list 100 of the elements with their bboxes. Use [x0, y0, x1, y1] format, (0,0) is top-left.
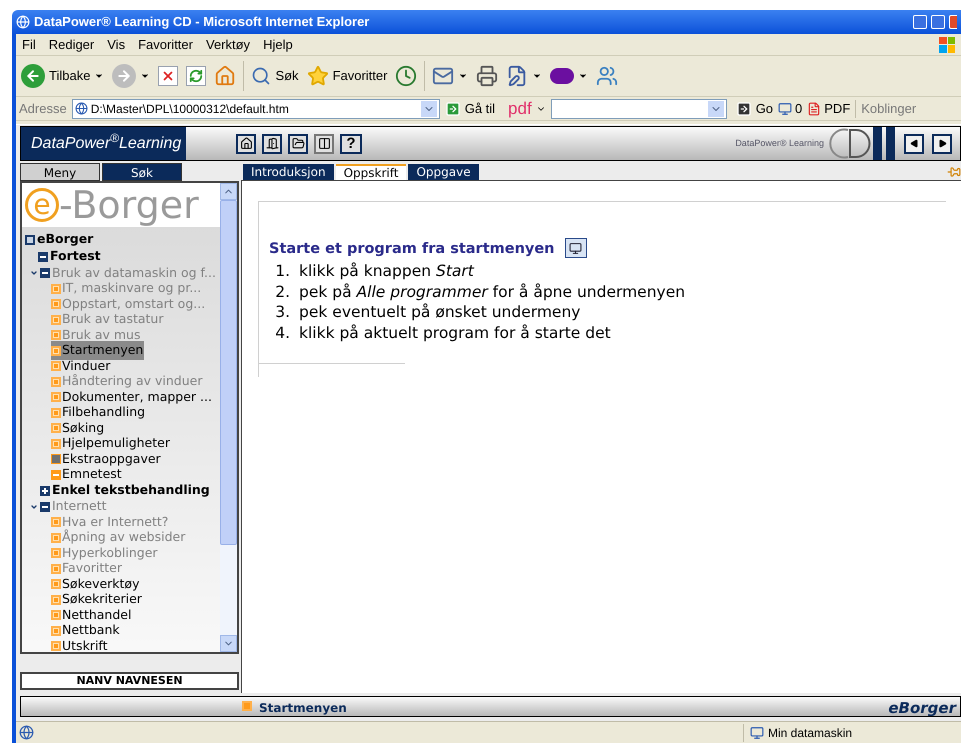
tree-item[interactable]: eBorger: [37, 230, 94, 249]
address-field[interactable]: D:\Master\DPL\10000312\default.htm: [72, 98, 440, 118]
lesson-icon: [51, 532, 61, 543]
print-button[interactable]: [475, 65, 500, 87]
help-button[interactable]: ?: [340, 134, 362, 154]
go-button[interactable]: Go: [736, 98, 774, 118]
home-icon: [214, 65, 236, 87]
menu-item[interactable]: Fil: [22, 34, 36, 54]
dropdown-button[interactable]: [420, 100, 437, 116]
lesson-icon: [242, 701, 252, 711]
search-field[interactable]: [550, 98, 727, 118]
step-text: pek eventuelt på ønsket undermeny: [299, 302, 580, 322]
panel-icon: [318, 137, 330, 150]
current-lesson[interactable]: Startmenyen: [259, 700, 347, 716]
scrollbar[interactable]: [220, 183, 237, 652]
mail-icon: [432, 65, 454, 87]
lesson-icon: [51, 330, 61, 340]
lesson-icon: [51, 610, 61, 620]
pin-icon[interactable]: [947, 165, 961, 179]
history-icon: [395, 65, 418, 87]
lesson-icon: [51, 423, 61, 434]
extra-task-icon: [51, 454, 61, 464]
course-logo: e -Borger: [22, 183, 220, 227]
lesson-icon: [51, 517, 61, 528]
messenger-icon: [596, 65, 618, 87]
refresh-button[interactable]: [185, 66, 208, 86]
lesson-icon: [51, 548, 61, 558]
stop-icon: [158, 66, 178, 86]
sidebar-tab[interactable]: Søk: [102, 163, 182, 181]
lesson-title: Starte et program fra startmenyen: [269, 240, 554, 260]
home-button[interactable]: [236, 134, 256, 154]
computer-icon: [750, 726, 764, 740]
close-button[interactable]: [949, 15, 957, 29]
menu-item[interactable]: Rediger: [48, 34, 94, 54]
refresh-icon: [186, 66, 206, 86]
expand-icon[interactable]: [40, 486, 50, 496]
lesson-icon: [51, 299, 61, 310]
pdf-menu[interactable]: pdf: [508, 96, 546, 122]
maximize-button[interactable]: [931, 15, 945, 29]
edit-icon: [506, 65, 528, 87]
step-text: klikk på knappen Start: [299, 261, 474, 282]
lesson-icon: [51, 392, 61, 402]
caret-icon: [30, 269, 38, 277]
collapse-icon[interactable]: [40, 268, 50, 278]
content-tab[interactable]: Oppskrift: [336, 164, 406, 180]
lesson-icon: [51, 626, 61, 636]
step-text: klikk på aktuelt program for å starte det: [299, 322, 611, 343]
monitor-icon: [778, 102, 792, 116]
tree-item[interactable]: Startmenyen: [51, 341, 144, 360]
brand-text: DataPower® Learning: [735, 136, 824, 150]
user-name: NANV NAVNESEN: [20, 672, 239, 690]
counter-button[interactable]: 0: [778, 98, 802, 118]
history-button[interactable]: [394, 65, 418, 87]
lesson-icon: [51, 346, 61, 356]
star-icon: [306, 65, 329, 87]
next-button[interactable]: [932, 134, 952, 154]
monitor-icon: [569, 242, 582, 254]
exit-button[interactable]: [262, 134, 282, 154]
lesson-icon: [51, 438, 61, 449]
tree-item[interactable]: Fortest: [50, 247, 101, 266]
lesson-icon: [51, 408, 61, 418]
document-icon: [807, 102, 822, 116]
lesson-icon: [51, 284, 61, 294]
pdf-button[interactable]: PDF: [807, 98, 850, 118]
sidebar-tab[interactable]: Meny: [20, 163, 100, 181]
back-button[interactable]: Tilbake: [20, 64, 106, 88]
address-label: Adresse: [19, 100, 67, 118]
content-tab[interactable]: Oppgave: [408, 164, 479, 180]
test-icon: [51, 470, 61, 480]
zone-label: Min datamaskin: [768, 724, 854, 742]
lesson-icon: [51, 314, 61, 325]
content-tab[interactable]: Introduksjon: [243, 164, 334, 180]
stop-button[interactable]: [157, 66, 180, 86]
collapse-icon[interactable]: [40, 502, 50, 512]
lesson-icon: [51, 361, 61, 372]
favorites-button[interactable]: Favoritter: [306, 65, 388, 87]
course-name: eBorger: [888, 700, 956, 716]
messenger-button[interactable]: [595, 65, 620, 87]
links-label[interactable]: Koblinger: [861, 98, 916, 118]
right-triangle-icon: [938, 139, 946, 148]
test-icon: [38, 252, 48, 262]
step-number: 3.: [274, 302, 291, 322]
menu-item[interactable]: Vis: [107, 34, 126, 54]
minimize-button[interactable]: [913, 15, 927, 29]
step-number: 2.: [274, 282, 291, 302]
window-title: DataPower® Learning CD - Microsoft Internet Explorer: [34, 13, 370, 32]
step-text: pek på Alle programmer for å åpne undermenyen: [299, 282, 686, 302]
folder-button[interactable]: [288, 134, 308, 154]
door-icon: [266, 137, 278, 150]
dropdown-button[interactable]: [708, 100, 724, 116]
menu-item[interactable]: Favoritter: [138, 34, 193, 54]
video-button[interactable]: [564, 238, 586, 258]
menu-item[interactable]: Verktøy: [206, 34, 250, 54]
panel-button[interactable]: [314, 134, 334, 154]
search-button[interactable]: Søk: [250, 66, 300, 86]
go-button[interactable]: Gå til: [444, 98, 496, 118]
step-number: 1.: [274, 261, 291, 282]
page-icon: [74, 102, 88, 115]
previous-button[interactable]: [904, 134, 924, 154]
menu-item[interactable]: Hjelp: [263, 34, 293, 54]
